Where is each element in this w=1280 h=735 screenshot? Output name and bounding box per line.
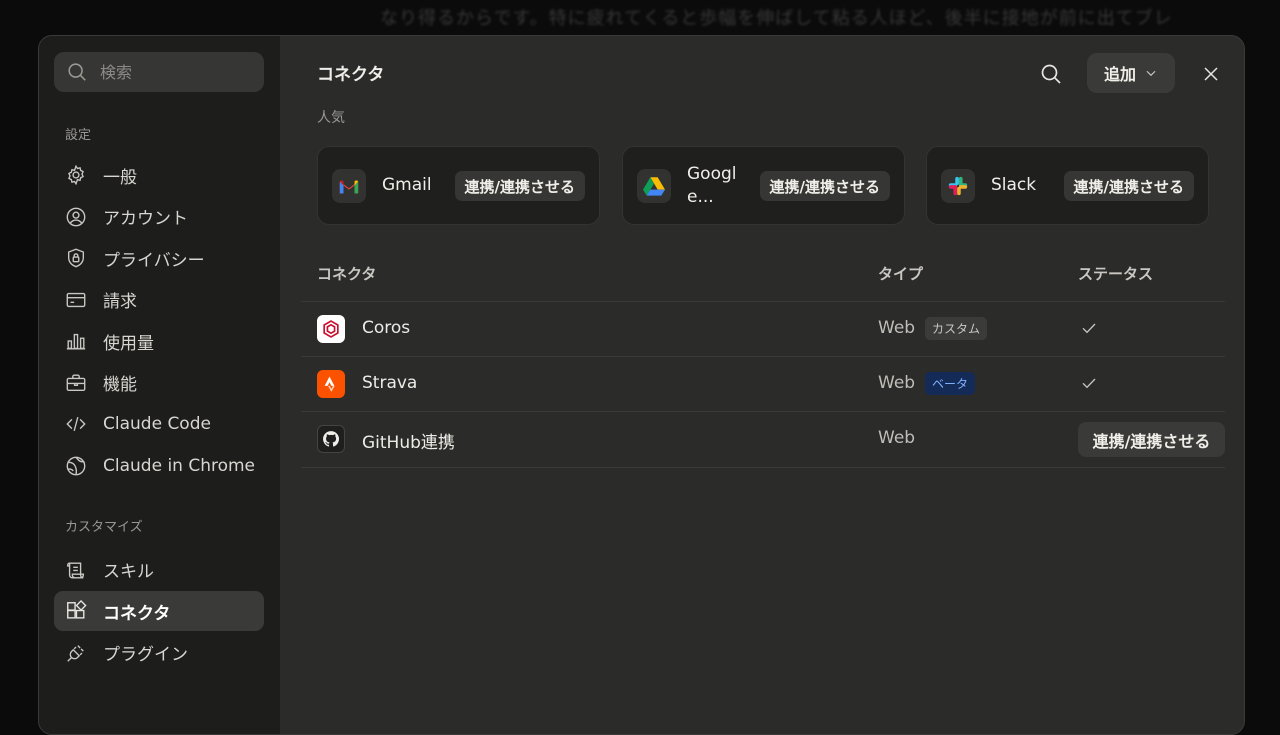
sidebar-item-label: プライバシー bbox=[103, 250, 205, 271]
google-drive-icon bbox=[637, 168, 671, 203]
sidebar-item-claude-code[interactable]: Claude Code bbox=[54, 404, 264, 444]
connect-button[interactable]: 連携/連携させる bbox=[759, 171, 890, 201]
sidebar-item-account[interactable]: アカウント bbox=[54, 197, 264, 237]
sidebar-item-label: スキル bbox=[103, 562, 154, 582]
sidebar-item-label: 請求 bbox=[103, 292, 137, 312]
connector-type: Web bbox=[878, 373, 916, 393]
sidebar-search-input[interactable] bbox=[100, 62, 250, 82]
blocks-icon bbox=[67, 600, 87, 619]
shield-lock-icon bbox=[67, 248, 85, 268]
sidebar-search[interactable] bbox=[54, 52, 264, 92]
sidebar-item-billing[interactable]: 請求 bbox=[54, 280, 264, 320]
user-circle-icon bbox=[66, 207, 86, 226]
connect-button[interactable]: 連携/連携させる bbox=[1063, 171, 1194, 201]
connector-type: Web bbox=[878, 428, 916, 448]
close-icon bbox=[1204, 67, 1218, 81]
popular-card-name: Gmail bbox=[382, 175, 432, 196]
sidebar-item-plugins[interactable]: プラグイン bbox=[54, 633, 264, 673]
gear-icon bbox=[68, 164, 84, 186]
globe-icon bbox=[66, 456, 86, 475]
popular-card-name: Slack bbox=[991, 175, 1037, 196]
column-header-type: タイプ bbox=[878, 265, 924, 283]
sidebar-item-claude-in-chrome[interactable]: Claude in Chrome bbox=[54, 446, 264, 486]
add-button[interactable]: 追加 bbox=[1087, 53, 1175, 93]
sidebar-item-skills[interactable]: スキル bbox=[54, 550, 264, 590]
page-title: コネクタ bbox=[317, 65, 385, 85]
settings-modal: 設定 一般 アカウント プライバシー 請求 使用量 bbox=[38, 35, 1245, 735]
connector-type: Web bbox=[878, 318, 916, 338]
sidebar-item-label: 使用量 bbox=[103, 333, 154, 354]
sidebar-item-privacy[interactable]: プライバシー bbox=[54, 238, 264, 278]
sidebar-item-features[interactable]: 機能 bbox=[54, 363, 264, 403]
credit-card-icon bbox=[66, 292, 86, 307]
code-icon bbox=[66, 416, 86, 432]
popular-card-slack[interactable]: Slack 連携/連携させる bbox=[926, 146, 1209, 225]
search-icon bbox=[1041, 64, 1061, 84]
search-icon bbox=[68, 63, 86, 81]
background-text: なり得るからです。特に疲れてくると歩幅を伸ばして粘る人ほど、後半に接地が前に出て… bbox=[380, 8, 1173, 29]
sidebar-item-label: コネクタ bbox=[103, 603, 171, 624]
coros-icon bbox=[317, 315, 345, 343]
sidebar-item-label: 一般 bbox=[103, 167, 137, 188]
connect-button[interactable]: 連携/連携させる bbox=[454, 171, 585, 201]
sidebar-item-general[interactable]: 一般 bbox=[54, 155, 264, 195]
connect-button[interactable]: 連携/連携させる bbox=[1078, 422, 1225, 457]
connectors-panel: コネクタ 追加 人気 Gmail 連携/連携させる Googl e... 連携/… bbox=[280, 36, 1244, 734]
sidebar-item-usage[interactable]: 使用量 bbox=[54, 321, 264, 361]
beta-badge: ベータ bbox=[925, 372, 976, 395]
check-icon bbox=[1082, 378, 1096, 389]
check-icon bbox=[1082, 323, 1096, 334]
connector-name: Strava bbox=[362, 373, 418, 393]
custom-badge: カスタム bbox=[925, 317, 988, 340]
sidebar-item-label: Claude Code bbox=[103, 414, 211, 434]
close-button[interactable] bbox=[1197, 60, 1225, 88]
column-header-status: ステータス bbox=[1078, 265, 1154, 283]
popular-section-label: 人気 bbox=[317, 110, 345, 126]
divider bbox=[301, 467, 1225, 468]
sidebar-item-label: Claude in Chrome bbox=[103, 455, 256, 476]
customize-section-label: カスタマイズ bbox=[65, 519, 143, 535]
table-row-github[interactable]: GitHub連携 Web 連携/連携させる bbox=[301, 412, 1225, 466]
slack-icon bbox=[941, 168, 975, 203]
plug-icon bbox=[67, 644, 84, 662]
sidebar-item-connectors[interactable]: コネクタ bbox=[54, 591, 264, 631]
popular-card-gmail[interactable]: Gmail 連携/連携させる bbox=[317, 146, 600, 225]
sidebar-item-label: 機能 bbox=[103, 375, 137, 395]
connector-name: Coros bbox=[362, 318, 411, 338]
popular-card-google-drive[interactable]: Googl e... 連携/連携させる bbox=[622, 146, 905, 225]
settings-section-label: 設定 bbox=[65, 128, 92, 143]
scroll-icon bbox=[67, 561, 85, 578]
sidebar-item-label: アカウント bbox=[103, 209, 188, 229]
popular-card-name: Googl e... bbox=[687, 163, 737, 207]
table-row-strava[interactable]: Strava Web ベータ bbox=[301, 357, 1225, 411]
column-header-connector: コネクタ bbox=[317, 265, 377, 283]
add-button-label: 追加 bbox=[1103, 65, 1136, 84]
table-row-coros[interactable]: Coros Web カスタム bbox=[301, 302, 1225, 356]
bar-chart-icon bbox=[66, 333, 86, 350]
search-button[interactable] bbox=[1037, 60, 1065, 88]
gmail-icon bbox=[332, 168, 366, 203]
sidebar-item-label: プラグイン bbox=[103, 645, 188, 665]
chevron-down-icon bbox=[1146, 70, 1156, 77]
connector-name: GitHub連携 bbox=[362, 433, 455, 453]
briefcase-icon bbox=[66, 374, 86, 391]
github-icon bbox=[317, 425, 345, 453]
strava-icon bbox=[317, 370, 345, 398]
sidebar: 設定 一般 アカウント プライバシー 請求 使用量 bbox=[39, 36, 280, 734]
